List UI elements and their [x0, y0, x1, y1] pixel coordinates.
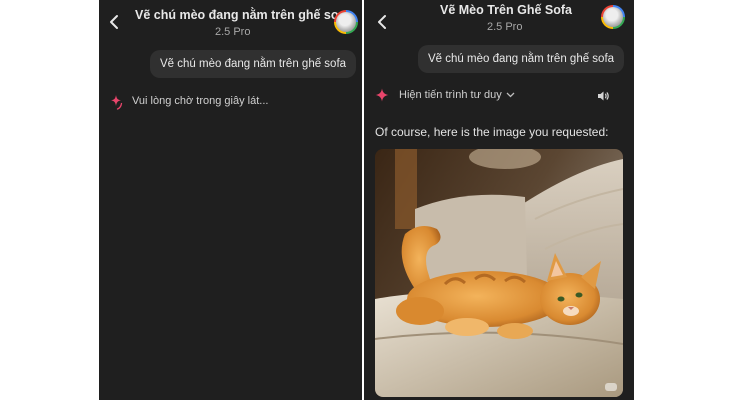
- user-avatar[interactable]: [601, 5, 625, 29]
- right-chat-screen: Vẽ Mèo Trên Ghế Sofa 2.5 Pro Vẽ chú mèo …: [364, 0, 634, 400]
- chat-title: Vẽ chú mèo đang nằm trên ghế so...: [135, 8, 349, 22]
- model-label: 2.5 Pro: [487, 21, 523, 33]
- show-thinking-toggle[interactable]: Hiện tiến trình tư duy: [399, 89, 515, 101]
- back-arrow-icon[interactable]: [375, 14, 389, 30]
- chevron-down-icon: [506, 90, 515, 100]
- gemini-spark-icon: [109, 94, 125, 115]
- back-arrow-icon[interactable]: [107, 14, 121, 30]
- chat-title: Vẽ Mèo Trên Ghế Sofa: [440, 3, 572, 17]
- ai-watermark-icon: [605, 383, 617, 391]
- show-thinking-label: Hiện tiến trình tư duy: [399, 89, 502, 101]
- model-label: 2.5 Pro: [215, 26, 251, 38]
- response-text: Of course, here is the image you request…: [375, 125, 609, 139]
- user-prompt-bubble: Vẽ chú mèo đang nằm trên ghế sofa: [418, 45, 625, 73]
- gemini-spark-icon: [375, 88, 389, 107]
- left-chat-screen: Vẽ chú mèo đang nằm trên ghế so... 2.5 P…: [99, 0, 362, 400]
- loading-status: Vui lòng chờ trong giây lát...: [132, 95, 269, 107]
- user-avatar[interactable]: [334, 10, 358, 34]
- speaker-icon[interactable]: [596, 89, 610, 103]
- generated-cat-image[interactable]: [375, 149, 623, 397]
- user-prompt-bubble: Vẽ chú mèo đang nằm trên ghế sofa: [150, 50, 357, 78]
